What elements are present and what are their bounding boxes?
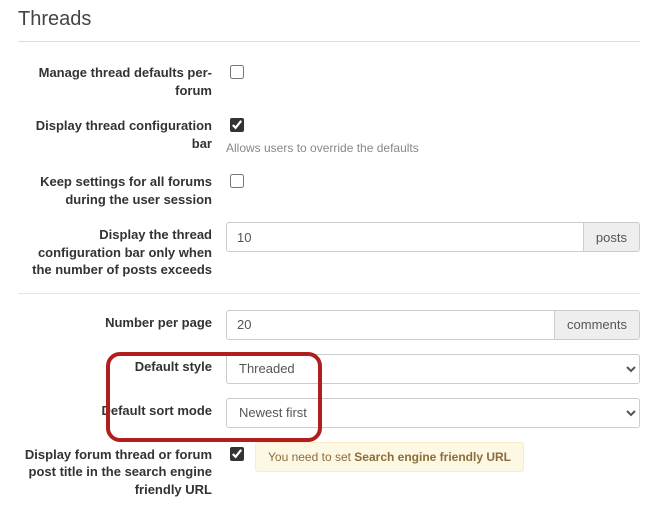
label-default-style: Default style bbox=[18, 354, 226, 376]
row-per-page: Number per page comments bbox=[18, 310, 640, 340]
addon-comments: comments bbox=[554, 310, 640, 340]
alert-seo-strong: Search engine friendly URL bbox=[354, 450, 511, 464]
help-display-bar: Allows users to override the defaults bbox=[226, 141, 419, 155]
checkbox-display-bar[interactable] bbox=[230, 118, 244, 132]
alert-seo-prefix: You need to set bbox=[268, 450, 354, 464]
row-default-sort: Default sort mode Newest first bbox=[18, 398, 640, 428]
input-per-page[interactable] bbox=[226, 310, 554, 340]
label-default-sort: Default sort mode bbox=[18, 398, 226, 420]
row-default-style: Default style Threaded bbox=[18, 354, 640, 384]
label-manage-defaults: Manage thread defaults per-forum bbox=[18, 60, 226, 99]
row-display-bar: Display thread configuration bar Allows … bbox=[18, 113, 640, 155]
label-display-bar: Display thread configuration bar bbox=[18, 113, 226, 152]
select-default-style[interactable]: Threaded bbox=[226, 354, 640, 384]
checkbox-seo-title[interactable] bbox=[230, 447, 244, 461]
label-keep-session: Keep settings for all forums during the … bbox=[18, 169, 226, 208]
label-per-page: Number per page bbox=[18, 310, 226, 332]
section-divider bbox=[18, 41, 640, 42]
checkbox-keep-session[interactable] bbox=[230, 174, 244, 188]
label-seo-title: Display forum thread or forum post title… bbox=[18, 442, 226, 499]
checkbox-manage-defaults[interactable] bbox=[230, 65, 244, 79]
select-default-sort[interactable]: Newest first bbox=[226, 398, 640, 428]
row-seo-title: Display forum thread or forum post title… bbox=[18, 442, 640, 499]
label-posts-threshold: Display the thread configuration bar onl… bbox=[18, 222, 226, 279]
section-title: Threads bbox=[18, 8, 640, 35]
row-keep-session: Keep settings for all forums during the … bbox=[18, 169, 640, 208]
subsection-divider bbox=[18, 293, 640, 294]
row-posts-threshold: Display the thread configuration bar onl… bbox=[18, 222, 640, 279]
addon-posts: posts bbox=[583, 222, 640, 252]
row-manage-defaults: Manage thread defaults per-forum bbox=[18, 60, 640, 99]
input-posts-threshold[interactable] bbox=[226, 222, 583, 252]
alert-seo-title: You need to set Search engine friendly U… bbox=[255, 442, 524, 472]
